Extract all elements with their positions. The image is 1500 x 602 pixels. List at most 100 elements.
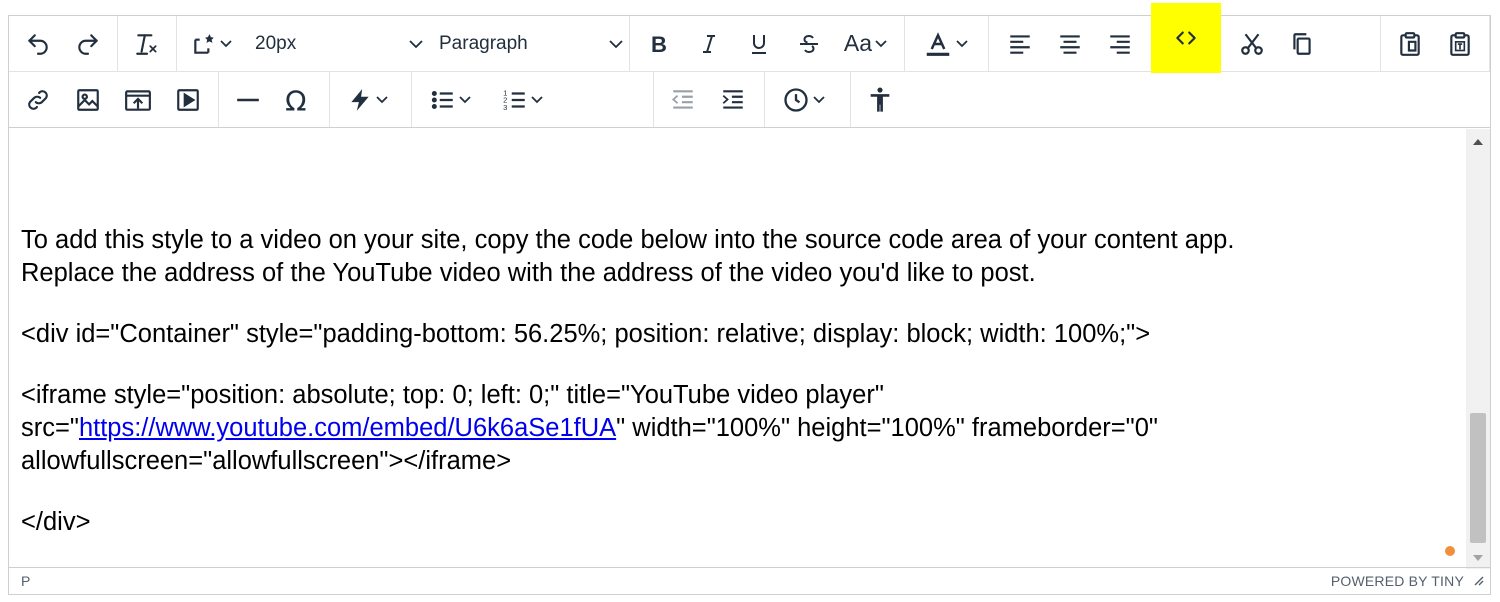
paste-as-text-icon	[1450, 31, 1470, 56]
cut-button[interactable]	[1227, 16, 1277, 71]
content-scrollbar[interactable]	[1466, 129, 1490, 569]
strikethrough-icon	[800, 34, 818, 53]
insert-link-button[interactable]	[13, 72, 63, 127]
rich-text-editor: 20px Paragraph B Aa Ω 1 2 3 To add this …	[8, 2, 1491, 595]
omega-icon: Ω	[285, 86, 306, 114]
image-icon	[77, 88, 99, 111]
svg-text:B: B	[651, 32, 667, 56]
special-character-button[interactable]: Ω	[273, 72, 323, 127]
bold-button[interactable]: B	[634, 16, 684, 71]
scroll-thumb[interactable]	[1470, 413, 1486, 543]
numbered-list-button[interactable]: 123	[488, 72, 560, 127]
clear-formatting-icon	[136, 33, 157, 55]
outdent-icon	[671, 89, 693, 109]
resize-handle-icon[interactable]	[1472, 573, 1484, 589]
align-left-icon	[1010, 34, 1030, 54]
text-style-group: B Aa	[630, 16, 905, 71]
italic-button[interactable]	[684, 16, 734, 71]
font-style-button[interactable]: Aa	[834, 16, 900, 71]
chevron-down-icon	[607, 39, 625, 49]
insert-media-button[interactable]	[163, 72, 213, 127]
accessibility-checker-button[interactable]	[855, 72, 905, 127]
source-code-icon	[1176, 31, 1196, 44]
instructions-paragraph: To add this style to a video on your sit…	[21, 224, 1467, 290]
horizontal-line-button[interactable]	[223, 72, 273, 127]
toolbar-row-1: 20px Paragraph B Aa	[9, 2, 1490, 73]
scroll-up-arrow-icon[interactable]	[1473, 139, 1483, 145]
font-size-select[interactable]: 20px	[249, 16, 429, 71]
youtube-embed-link[interactable]: https://www.youtube.com/embed/U6k6aSe1fU…	[79, 414, 616, 442]
underline-icon	[752, 34, 766, 54]
redo-button[interactable]	[63, 16, 113, 71]
iframe-line-1: <iframe style="position: absolute; top: …	[21, 381, 884, 409]
cut-icon	[1241, 33, 1263, 55]
quick-actions-group	[330, 72, 412, 127]
indent-group	[654, 72, 765, 127]
align-left-button[interactable]	[995, 16, 1045, 71]
chevron-down-icon	[953, 39, 971, 49]
element-path[interactable]: P	[21, 573, 30, 589]
iframe-src-suffix: " width="100%" height="100%" frameborder…	[616, 414, 1158, 442]
align-center-icon	[1060, 34, 1080, 54]
editor-content[interactable]: To add this style to a video on your sit…	[9, 129, 1467, 569]
paste-button[interactable]	[1385, 16, 1435, 71]
bullet-list-button[interactable]	[416, 72, 488, 127]
undo-icon	[28, 33, 48, 55]
insert-template-button[interactable]	[177, 16, 249, 71]
upload-icon	[125, 89, 151, 111]
powered-by-link[interactable]: POWERED BY TINY	[1331, 573, 1464, 589]
strikethrough-button[interactable]	[784, 16, 834, 71]
insert-media-group	[9, 72, 219, 127]
underline-button[interactable]	[734, 16, 784, 71]
clock-icon	[784, 87, 808, 112]
copy-button[interactable]	[1277, 16, 1327, 71]
paste-as-text-button[interactable]	[1435, 16, 1485, 71]
block-format-select[interactable]: Paragraph	[429, 16, 629, 71]
source-code-button[interactable]	[1151, 2, 1221, 73]
play-icon	[177, 88, 199, 111]
undo-button[interactable]	[13, 16, 63, 71]
bullet-list-icon	[431, 90, 453, 109]
bold-icon: B	[651, 32, 667, 56]
upload-button[interactable]	[113, 72, 163, 127]
copy-icon	[1293, 32, 1311, 55]
font-size-value: 20px	[255, 32, 297, 54]
outdent-button[interactable]	[658, 72, 708, 127]
text-color-button[interactable]	[909, 16, 984, 71]
scroll-down-arrow-icon[interactable]	[1473, 555, 1483, 561]
align-right-button[interactable]	[1095, 16, 1145, 71]
link-icon	[28, 89, 48, 110]
block-format-value: Paragraph	[439, 32, 528, 54]
powered-by: POWERED BY TINY	[1331, 573, 1484, 589]
italic-icon	[703, 34, 715, 53]
iframe-src-prefix: src="	[21, 414, 79, 442]
align-center-button[interactable]	[1045, 16, 1095, 71]
paste-icon	[1400, 31, 1420, 56]
lists-indent-group: 123	[412, 72, 654, 127]
accessibility-icon	[870, 87, 890, 112]
code-div-open-paragraph: <div id="Container" style="padding-botto…	[21, 318, 1467, 351]
chevron-down-icon	[373, 95, 391, 105]
insert-image-button[interactable]	[63, 72, 113, 127]
font-style-label: Aa	[843, 30, 873, 56]
instructions-line-1: To add this style to a video on your sit…	[21, 226, 1235, 254]
datetime-group	[765, 72, 851, 127]
chevron-down-icon	[528, 95, 546, 105]
template-icon	[194, 33, 214, 54]
quick-actions-button[interactable]	[334, 72, 404, 127]
iframe-line-3: allowfullscreen="allowfullscreen"></ifra…	[21, 447, 512, 475]
indent-button[interactable]	[708, 72, 758, 127]
text-color-icon	[926, 31, 949, 56]
format-select-group: 20px Paragraph	[177, 16, 630, 71]
code-div-close-paragraph: </div>	[21, 506, 1467, 539]
redo-icon	[78, 33, 98, 55]
code-div-open: <div id="Container" style="padding-botto…	[21, 320, 1151, 348]
clear-format-group	[118, 16, 177, 71]
clear-formatting-button[interactable]	[122, 16, 172, 71]
paste-group	[1381, 16, 1490, 71]
insert-chars-group: Ω	[219, 72, 330, 127]
iframe-paragraph: <iframe style="position: absolute; top: …	[21, 379, 1467, 478]
horizontal-line-icon	[237, 98, 259, 101]
lightning-icon	[351, 88, 369, 111]
insert-datetime-button[interactable]	[769, 72, 841, 127]
